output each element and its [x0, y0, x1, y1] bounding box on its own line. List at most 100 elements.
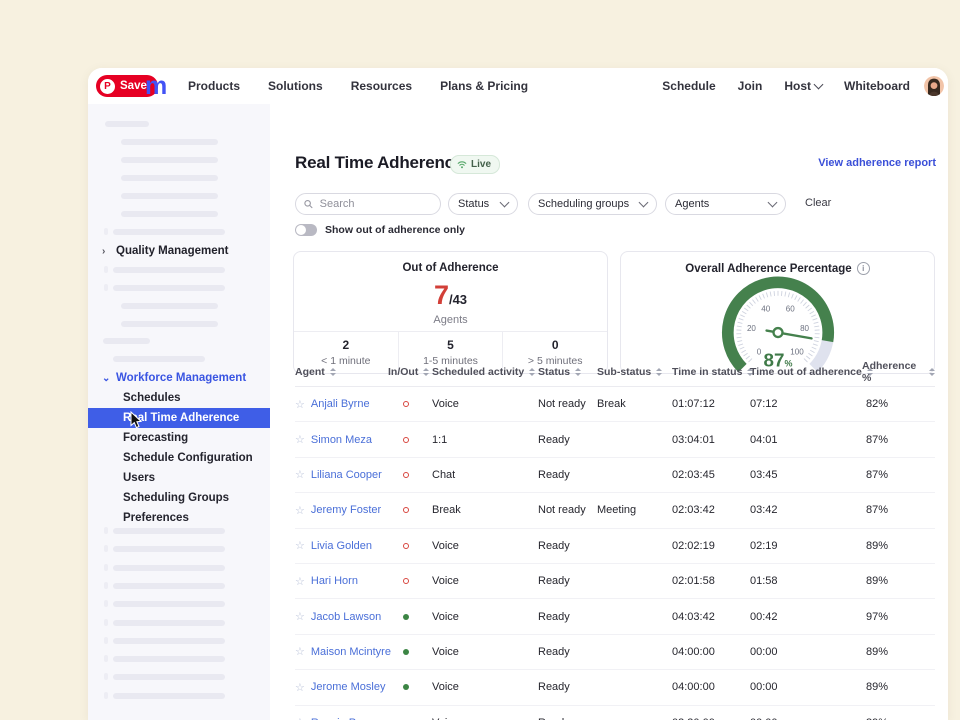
time-out-of-adherence-cell: 02:19	[750, 529, 830, 563]
scheduled-activity-cell: Break	[432, 493, 532, 527]
favorite-star-icon[interactable]: ☆	[295, 610, 305, 623]
time-in-status-cell: 04:00:00	[672, 670, 747, 704]
gauge-tick-label: 80	[800, 324, 809, 333]
gauge-tick	[803, 302, 806, 306]
skeleton-nub	[104, 655, 108, 662]
clear-filters-button[interactable]: Clear	[805, 197, 831, 209]
sidebar-item-quality-management[interactable]: › Quality Management	[102, 243, 228, 259]
in-out-cell	[399, 706, 413, 720]
favorite-star-icon[interactable]: ☆	[295, 681, 305, 694]
agent-table-body: ☆Anjali ByrneVoiceNot readyBreak01:07:12…	[295, 387, 935, 720]
agent-name-link[interactable]: Maison Mcintyre	[311, 646, 391, 658]
skeleton-nub	[104, 564, 108, 571]
table-row: ☆Jacob LawsonVoiceReady04:03:4200:4297%	[295, 599, 935, 634]
chevron-down-icon	[814, 80, 824, 90]
sidebar-item-real-time-adherence[interactable]: Real Time Adherence	[88, 408, 270, 428]
sidebar-item-workforce-management[interactable]: ⌄ Workforce Management	[102, 370, 246, 386]
status-cell: Not ready	[538, 493, 596, 527]
agent-name-link[interactable]: Hari Horn	[311, 575, 358, 587]
nav-item-solutions[interactable]: Solutions	[268, 79, 323, 93]
sidebar-item-forecasting[interactable]: Forecasting	[88, 428, 270, 448]
gauge-tick	[792, 294, 794, 299]
workforce-management-label: Workforce Management	[116, 372, 246, 384]
agent-name-link[interactable]: Jeremy Foster	[311, 504, 381, 516]
gauge-tick	[752, 300, 755, 304]
favorite-star-icon[interactable]: ☆	[295, 575, 305, 588]
favorite-star-icon[interactable]: ☆	[295, 433, 305, 446]
skeleton-bar	[113, 693, 225, 699]
view-adherence-report-link[interactable]: View adherence report	[818, 157, 936, 169]
sidebar-item-preferences[interactable]: Preferences	[88, 508, 270, 528]
agent-name-link[interactable]: Anjali Byrne	[311, 398, 370, 410]
nav-item-resources[interactable]: Resources	[351, 79, 412, 93]
search-icon	[304, 199, 313, 209]
nav-item-whiteboard[interactable]: Whiteboard	[844, 79, 910, 93]
skeleton-bar	[113, 546, 225, 552]
nav-item-host[interactable]: Host	[784, 79, 822, 93]
agent-name-link[interactable]: Jerome Mosley	[311, 681, 386, 693]
status-filter-dropdown[interactable]: Status	[448, 193, 518, 215]
sort-icon	[423, 368, 429, 376]
column-header-sub-status[interactable]: Sub-status	[597, 358, 662, 386]
table-row: ☆Simon Meza1:1Ready03:04:0104:0187%	[295, 422, 935, 457]
skeleton-bar	[121, 193, 218, 199]
column-header-scheduled-activity[interactable]: Scheduled activity	[432, 358, 535, 386]
favorite-star-icon[interactable]: ☆	[295, 716, 305, 720]
time-in-status-cell: 03:04:01	[672, 422, 747, 456]
nav-item-plans-pricing[interactable]: Plans & Pricing	[440, 79, 528, 93]
chevron-down-icon	[768, 198, 778, 208]
filter-bar: Status Scheduling groups Agents Clear	[270, 193, 948, 215]
skeleton-nub	[104, 284, 108, 291]
time-out-of-adherence-cell: 00:00	[750, 706, 830, 720]
time-out-of-adherence-cell: 03:45	[750, 458, 830, 492]
search-field[interactable]	[295, 193, 441, 215]
time-out-of-adherence-cell: 00:42	[750, 599, 830, 633]
favorite-star-icon[interactable]: ☆	[295, 468, 305, 481]
search-input[interactable]	[318, 197, 432, 211]
agent-cell: ☆ Jacob Lawson	[295, 599, 385, 633]
nav-item-products[interactable]: Products	[188, 79, 240, 93]
column-header-in-out[interactable]: In/Out	[388, 358, 429, 386]
favorite-star-icon[interactable]: ☆	[295, 504, 305, 517]
skeleton-nub	[104, 637, 108, 644]
sort-icon	[330, 368, 336, 376]
sidebar-item-schedules[interactable]: Schedules	[88, 388, 270, 408]
agent-name-link[interactable]: Livia Golden	[311, 540, 372, 552]
column-header-status[interactable]: Status	[538, 358, 581, 386]
out-of-adherence-card: Out of Adherence 7/43 Agents 2 < 1 minut…	[293, 251, 608, 374]
favorite-star-icon[interactable]: ☆	[295, 398, 305, 411]
gauge-tick	[737, 326, 742, 327]
agent-name-link[interactable]: Liliana Cooper	[311, 469, 382, 481]
sub-status-cell	[597, 635, 669, 669]
time-out-of-adherence-cell: 03:42	[750, 493, 830, 527]
sidebar-item-schedule-configuration[interactable]: Schedule Configuration	[88, 448, 270, 468]
top-navigation: P Save m Products Solutions Resources Pl…	[88, 68, 948, 105]
skeleton-bar	[121, 211, 218, 217]
status-dropdown-label: Status	[458, 198, 489, 210]
user-avatar[interactable]	[924, 76, 944, 96]
show-out-of-adherence-toggle[interactable]	[295, 224, 317, 236]
column-header-time-out-of-adherence[interactable]: Time out of adherence	[750, 358, 873, 386]
sidebar-item-users[interactable]: Users	[88, 468, 270, 488]
gauge-tick	[766, 293, 767, 298]
agent-cell: ☆ Anjali Byrne	[295, 387, 385, 421]
agents-filter-dropdown[interactable]: Agents	[665, 193, 786, 215]
in-adherence-dot-icon	[403, 649, 409, 655]
sort-icon	[929, 368, 935, 376]
favorite-star-icon[interactable]: ☆	[295, 645, 305, 658]
scheduling-groups-filter-dropdown[interactable]: Scheduling groups	[528, 193, 657, 215]
favorite-star-icon[interactable]: ☆	[295, 539, 305, 552]
nav-item-join[interactable]: Join	[738, 79, 763, 93]
nav-item-schedule[interactable]: Schedule	[662, 79, 715, 93]
skeleton-bar	[113, 356, 205, 362]
overall-adherence-card: Overall Adherence Percentage i 020406080…	[620, 251, 935, 374]
in-out-cell	[399, 422, 413, 456]
column-header-time-in-status[interactable]: Time in status	[672, 358, 753, 386]
agent-name-link[interactable]: Simon Meza	[311, 434, 372, 446]
time-out-of-adherence-cell: 07:12	[750, 387, 830, 421]
column-header-agent[interactable]: Agent	[295, 358, 336, 386]
miro-logo[interactable]: m	[145, 69, 167, 103]
agent-name-link[interactable]: Jacob Lawson	[311, 611, 381, 623]
column-header-adherence-percent[interactable]: Adherence %	[862, 358, 935, 386]
sidebar-item-scheduling-groups[interactable]: Scheduling Groups	[88, 488, 270, 508]
